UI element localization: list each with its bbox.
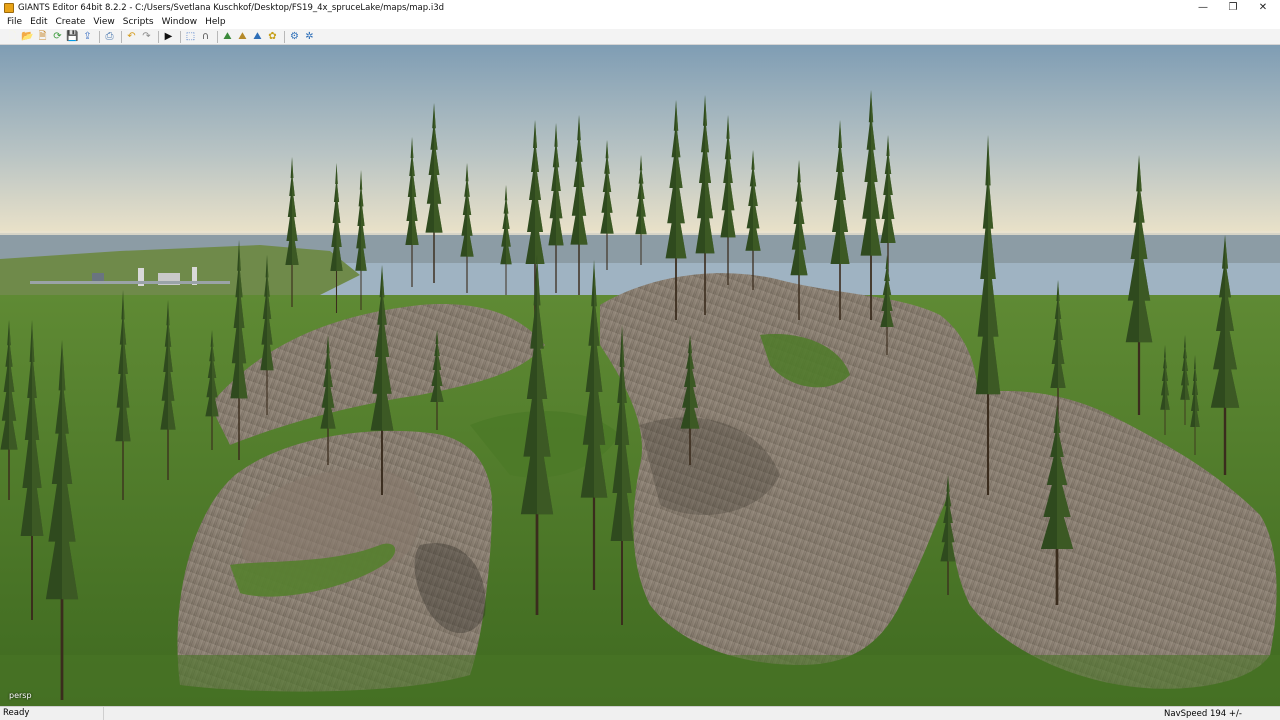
status-text: Ready [0, 706, 104, 720]
camera-label: persp [9, 691, 32, 700]
status-bar: Ready NavSpeed 194 +/- [0, 706, 1280, 720]
toolbar-separator [99, 30, 100, 43]
toolbar-separator [284, 30, 285, 43]
toolbar-separator [180, 30, 181, 43]
import-icon: 🗎 [38, 30, 47, 42]
save-all-button[interactable]: ⎙ [103, 30, 116, 43]
menu-window[interactable]: Window [158, 17, 202, 27]
export-button[interactable]: ⇪ [81, 30, 94, 43]
save-button[interactable]: 💾 [66, 30, 79, 43]
redo-icon: ↷ [142, 30, 151, 42]
save-icon: 💾 [66, 30, 79, 42]
toolbar-separator [121, 30, 122, 43]
menu-view[interactable]: View [89, 17, 118, 27]
toolbar-separator [217, 30, 218, 43]
minimize-button[interactable]: — [1188, 0, 1218, 15]
new-file-button[interactable]: 🗋 [6, 30, 19, 43]
save-all-icon: ⎙ [105, 30, 114, 42]
terrain-paint-icon: ⛰ [238, 30, 247, 42]
menu-file[interactable]: File [3, 17, 26, 27]
menu-bar: File Edit Create View Scripts Window Hel… [0, 15, 1280, 29]
select-mode-button[interactable]: ⬚ [184, 30, 197, 43]
terrain-sculpt-button[interactable]: ⛰ [221, 30, 234, 43]
export-icon: ⇪ [83, 30, 92, 42]
app-icon [4, 2, 14, 13]
placement-icon: ✿ [268, 30, 277, 42]
undo-button[interactable]: ↶ [125, 30, 138, 43]
menu-create[interactable]: Create [52, 17, 90, 27]
select-mode-icon: ⬚ [185, 30, 196, 42]
open-folder-button[interactable]: 📂 [21, 30, 34, 43]
snap-icon: ∩ [201, 30, 210, 42]
close-button[interactable]: ✕ [1248, 0, 1278, 15]
settings-icon: ⚙ [290, 30, 299, 42]
reload-icon: ⟳ [53, 30, 62, 42]
3d-viewport[interactable]: persp [0, 45, 1280, 706]
settings-button[interactable]: ⚙ [288, 30, 301, 43]
camera-settings-button[interactable]: ✲ [303, 30, 316, 43]
open-folder-icon: 📂 [21, 30, 34, 42]
toolbar-separator [158, 30, 159, 43]
play-icon: ▶ [164, 30, 173, 42]
play-button[interactable]: ▶ [162, 30, 175, 43]
foliage-paint-icon: ⛰ [253, 30, 262, 42]
menu-help[interactable]: Help [201, 17, 230, 27]
scene-render[interactable] [0, 45, 1280, 706]
nav-speed-indicator: NavSpeed 194 +/- [1164, 708, 1242, 719]
terrain-paint-button[interactable]: ⛰ [236, 30, 249, 43]
menu-edit[interactable]: Edit [26, 17, 51, 27]
undo-icon: ↶ [127, 30, 136, 42]
placement-button[interactable]: ✿ [266, 30, 279, 43]
maximize-button[interactable]: ❐ [1218, 0, 1248, 15]
reload-button[interactable]: ⟳ [51, 30, 64, 43]
toolbar: 🗋 📂 🗎 ⟳ 💾 ⇪ ⎙ ↶ ↷ ▶ ⬚ ∩ ⛰ ⛰ ⛰ ✿ ⚙ ✲ [0, 29, 1280, 45]
camera-settings-icon: ✲ [305, 30, 314, 42]
import-button[interactable]: 🗎 [36, 30, 49, 43]
redo-button[interactable]: ↷ [140, 30, 153, 43]
foliage-paint-button[interactable]: ⛰ [251, 30, 264, 43]
window-title: GIANTS Editor 64bit 8.2.2 - C:/Users/Sve… [18, 2, 445, 13]
terrain-sculpt-icon: ⛰ [223, 30, 232, 42]
menu-scripts[interactable]: Scripts [119, 17, 158, 27]
new-file-icon: 🗋 [8, 30, 17, 42]
snap-button[interactable]: ∩ [199, 30, 212, 43]
title-bar: GIANTS Editor 64bit 8.2.2 - C:/Users/Sve… [0, 0, 1280, 15]
